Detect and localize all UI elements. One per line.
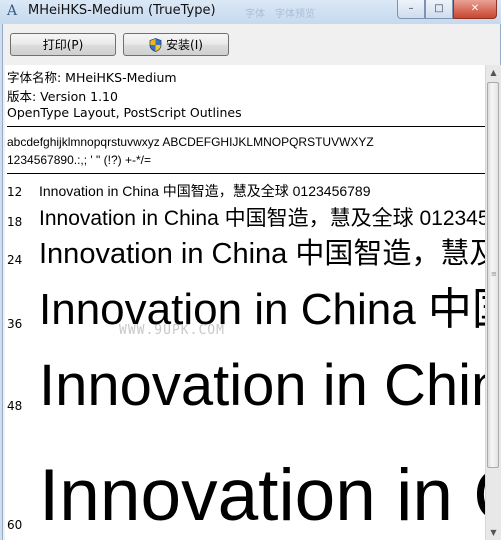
charset-lowercase-uppercase: abcdefghijklmnopqrstuvwxyz ABCDEFGHIJKLM…	[7, 135, 374, 149]
sample-text: Innovation in China 中国智造，慧及全球 0123456789	[39, 455, 485, 536]
scroll-down-arrow-icon[interactable]: ▼	[486, 525, 501, 540]
sample-size-label: 18	[7, 215, 23, 229]
minimize-button[interactable]: –	[397, 0, 425, 19]
sample-size-label: 48	[7, 399, 23, 413]
charset-digits-punctuation: 1234567890.:,; ' " (!?) +-*/=	[7, 153, 151, 167]
divider	[7, 173, 485, 174]
window-body: 打印(P) 安装(I) 字体名称: MHeiHKS-Medium 版本: Ver…	[2, 24, 501, 540]
print-button-label: 打印(P)	[42, 38, 84, 52]
sample-row-24: 24 Innovation in China 中国智造，慧及全球 0123456…	[5, 237, 485, 277]
sample-row-12: 12 Innovation in China 中国智造，慧及全球 0123456…	[5, 182, 485, 202]
sample-size-label: 24	[7, 253, 23, 267]
font-preview-pane[interactable]: 字体名称: MHeiHKS-Medium 版本: Version 1.10 Op…	[5, 65, 485, 540]
title-bar[interactable]: A MHeiHKS-Medium (TrueType) 字体 字体预览 – □ …	[0, 0, 501, 24]
sample-row-36: 36 Innovation in China 中国智造，慧及全球 0123456…	[5, 281, 485, 341]
maximize-button[interactable]: □	[425, 0, 453, 19]
install-button-label: 安装(I)	[166, 38, 203, 52]
scrollbar-thumb[interactable]: ≡	[487, 82, 499, 468]
sample-row-48: 48 Innovation in China 中国智造，慧及全球 0123456…	[5, 347, 485, 431]
sample-text: Innovation in China 中国智造，慧及全球 0123456789	[39, 353, 485, 418]
sample-size-label: 60	[7, 518, 23, 532]
uac-shield-icon	[149, 37, 162, 52]
window-title: MHeiHKS-Medium (TrueType)	[28, 3, 216, 18]
sample-text: Innovation in China 中国智造，慧及全球 0123456789	[39, 238, 485, 270]
install-button[interactable]: 安装(I)	[123, 33, 229, 56]
background-tab-label: 字体	[245, 9, 265, 20]
background-tab-label: 字体预览	[275, 9, 315, 20]
print-button[interactable]: 打印(P)	[10, 33, 116, 56]
vertical-scrollbar[interactable]: ▲ ≡ ▼	[485, 65, 501, 540]
sample-row-18: 18 Innovation in China 中国智造，慧及全球 0123456…	[5, 205, 485, 235]
font-name-line: 字体名称: MHeiHKS-Medium	[7, 70, 177, 85]
close-button[interactable]: ✕	[453, 0, 497, 19]
scroll-up-arrow-icon[interactable]: ▲	[486, 65, 501, 80]
font-version-line: 版本: Version 1.10	[7, 89, 118, 104]
sample-text: Innovation in China 中国智造，慧及全球 0123456789	[39, 285, 485, 334]
grip-icon: ≡	[491, 270, 497, 278]
sample-text: Innovation in China 中国智造，慧及全球 0123456789	[39, 207, 485, 230]
sample-size-label: 12	[7, 185, 23, 199]
watermark-text: WWW.9UPK.COM	[119, 323, 225, 338]
font-outline-line: OpenType Layout, PostScript Outlines	[7, 105, 242, 120]
sample-text: Innovation in China 中国智造，慧及全球 0123456789	[39, 183, 371, 199]
divider	[7, 126, 485, 127]
sample-size-label: 36	[7, 317, 23, 331]
font-file-icon: A	[7, 3, 18, 19]
sample-row-60: 60 Innovation in China 中国智造，慧及全球 0123456…	[5, 437, 485, 540]
window-controls: – □ ✕	[397, 0, 497, 20]
